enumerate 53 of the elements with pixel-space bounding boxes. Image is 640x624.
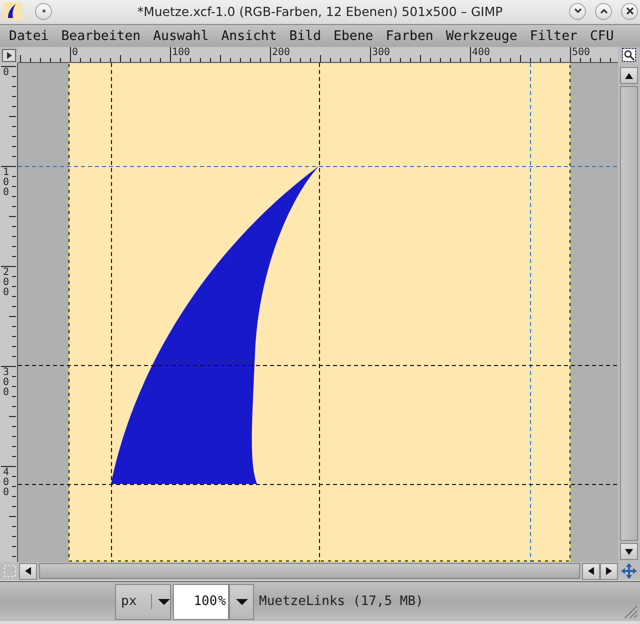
right-arrow-icon	[606, 567, 612, 575]
ruler-label: 0	[72, 48, 78, 58]
close-button[interactable]	[621, 2, 638, 20]
zoom-dropdown-button[interactable]	[229, 584, 254, 620]
left-arrow-icon	[25, 567, 31, 575]
unit-dropdown[interactable]: px	[115, 584, 171, 620]
zoom-field[interactable]: 100%	[173, 584, 229, 620]
zoom-button[interactable]	[618, 47, 640, 63]
scroll-right-button[interactable]	[600, 562, 618, 580]
dot-icon	[42, 9, 46, 13]
scroll-left-button[interactable]	[19, 562, 37, 580]
chevron-down-icon	[574, 8, 582, 14]
gimp-logo-icon	[4, 2, 22, 20]
maximize-button[interactable]	[595, 2, 612, 20]
left-arrow-icon	[588, 567, 594, 575]
menu-item[interactable]: Filter	[530, 28, 578, 44]
ruler-label: 0	[3, 68, 10, 78]
menu-item[interactable]: Bild	[289, 28, 322, 44]
magnifier-icon	[622, 48, 636, 62]
menu-item[interactable]: Werkzeuge	[446, 28, 518, 44]
chevron-up-icon	[600, 8, 608, 14]
menu-item[interactable]: Ebene	[334, 28, 374, 44]
menu-item[interactable]: Ansicht	[221, 28, 277, 44]
horizontal-scrollbar-thumb[interactable]	[39, 563, 580, 579]
minimize-button[interactable]	[569, 2, 586, 20]
ruler-label: 100	[172, 48, 190, 58]
ruler-label: 500	[572, 48, 590, 58]
up-arrow-icon	[625, 72, 633, 78]
status-text: MuetzeLinks (17,5 MB)	[259, 594, 424, 609]
menu-item[interactable]: CFU	[590, 28, 614, 44]
scroll-left-button[interactable]	[582, 562, 600, 580]
caret-icon	[156, 598, 170, 606]
close-icon	[626, 7, 634, 15]
vertical-scrollbar-thumb[interactable]	[620, 86, 638, 541]
resize-grip-icon[interactable]	[622, 603, 638, 619]
down-arrow-icon	[625, 548, 633, 554]
menu-toggle-button[interactable]	[0, 47, 18, 63]
ruler-label: 200	[3, 268, 10, 298]
ruler-label: 400	[3, 468, 10, 498]
scroll-up-button[interactable]	[620, 67, 638, 84]
ruler-label: 300	[3, 368, 10, 398]
window-menu-button[interactable]	[35, 2, 52, 20]
menu-item[interactable]: Farben	[386, 28, 434, 44]
caret-icon	[234, 598, 248, 606]
ruler-label: 100	[3, 168, 10, 198]
ruler-label: 400	[472, 48, 490, 58]
ruler-label: 300	[372, 48, 390, 58]
scroll-down-button[interactable]	[620, 543, 638, 560]
ruler-label: 200	[272, 48, 290, 58]
menu-item[interactable]: Datei	[9, 28, 49, 44]
menu-item[interactable]: Bearbeiten	[61, 28, 141, 44]
menu-item[interactable]: Auswahl	[153, 28, 209, 44]
window-title: *Muetze.xcf-1.0 (RGB-Farben, 12 Ebenen) 501x500 – GIMP	[137, 4, 503, 19]
